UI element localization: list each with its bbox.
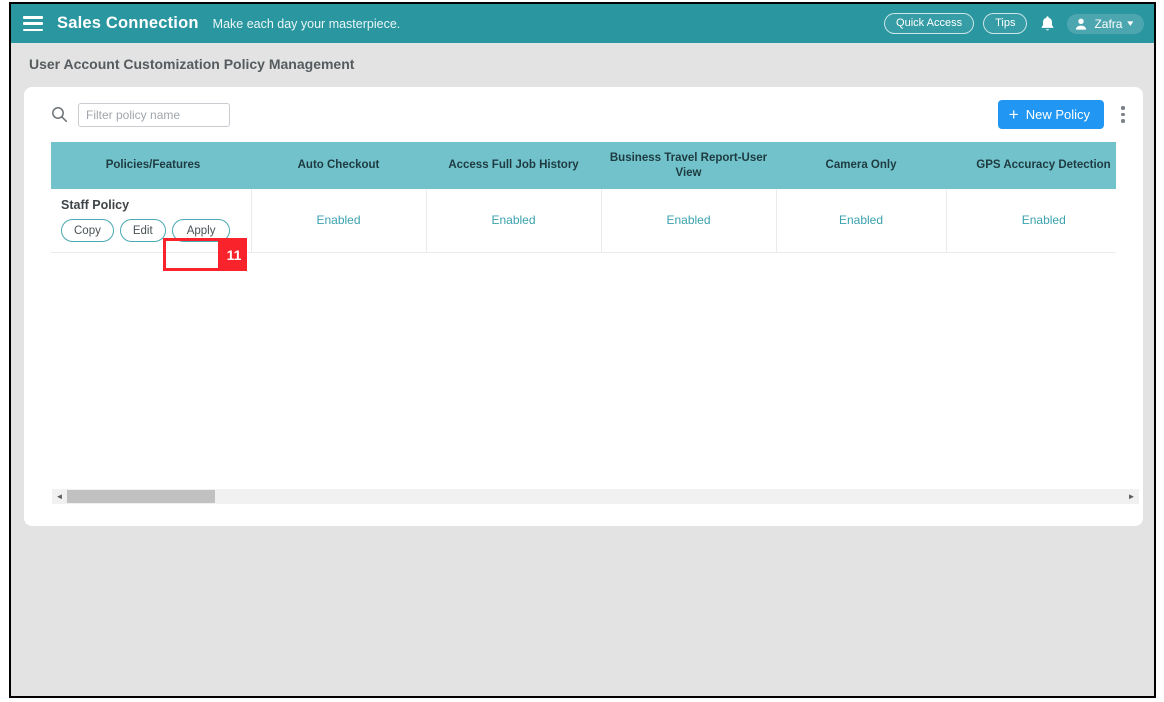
edit-button[interactable]: Edit — [119, 219, 166, 243]
policy-card: + New Policy — [24, 87, 1143, 526]
toolbar-actions: + New Policy — [997, 100, 1134, 129]
cell-auto-checkout[interactable]: Enabled — [251, 189, 427, 253]
app-header-actions: Quick Access Tips Zafra ▾ — [884, 13, 1144, 35]
cell-business-travel-report-user-view[interactable]: Enabled — [601, 189, 777, 253]
filter-group — [51, 102, 230, 127]
user-name-label: Zafra — [1094, 16, 1123, 31]
search-icon[interactable] — [51, 106, 68, 123]
column-header-camera-only[interactable]: Camera Only — [776, 142, 946, 189]
chevron-down-icon: ▾ — [1127, 18, 1134, 28]
app-tagline: Make each day your masterpiece. — [212, 16, 401, 31]
screenshot-root: Sales Connection Make each day your mast… — [0, 0, 1164, 702]
cell-camera-only[interactable]: Enabled — [776, 189, 947, 253]
table-header-row: Policies/Features Auto Checkout Access F… — [51, 142, 1116, 189]
horizontal-scrollbar[interactable]: ◄ ► — [52, 489, 1139, 504]
scroll-right-arrow-icon[interactable]: ► — [1124, 489, 1139, 504]
scrollbar-thumb[interactable] — [67, 490, 215, 503]
apply-button[interactable]: Apply — [171, 219, 231, 243]
row-action-buttons: Copy Edit Apply — [61, 219, 245, 243]
notification-bell-icon[interactable] — [1036, 13, 1058, 35]
policy-name-cell: Staff Policy Copy Edit Apply — [51, 189, 252, 253]
more-options-icon[interactable] — [1112, 101, 1134, 129]
new-policy-label: New Policy — [1025, 107, 1090, 122]
app-brand-title: Sales Connection — [57, 14, 199, 32]
cell-gps-accuracy-detection[interactable]: Enabled — [946, 189, 1116, 253]
plus-icon: + — [1008, 104, 1019, 124]
quick-access-button[interactable]: Quick Access — [884, 13, 975, 34]
copy-button[interactable]: Copy — [61, 219, 114, 243]
tips-button[interactable]: Tips — [983, 13, 1028, 34]
app-header: Sales Connection Make each day your mast… — [11, 4, 1154, 43]
scrollbar-track[interactable] — [67, 489, 1124, 504]
scroll-left-arrow-icon[interactable]: ◄ — [52, 489, 67, 504]
hamburger-menu-icon[interactable] — [23, 16, 43, 31]
person-icon — [1076, 18, 1087, 30]
column-header-gps-accuracy-detection[interactable]: GPS Accuracy Detection — [946, 142, 1116, 189]
cell-access-full-job-history[interactable]: Enabled — [426, 189, 602, 253]
column-header-business-travel-report-user-view[interactable]: Business Travel Report-User View — [601, 142, 776, 189]
card-toolbar: + New Policy — [24, 87, 1143, 142]
user-account-menu[interactable]: Zafra ▾ — [1067, 13, 1144, 34]
new-policy-button[interactable]: + New Policy — [997, 100, 1104, 129]
policy-name-label: Staff Policy — [61, 198, 130, 213]
filter-policy-name-input[interactable] — [78, 102, 230, 127]
table-row: Staff Policy Copy Edit Apply Enabled Ena… — [51, 189, 1116, 253]
policy-table: Policies/Features Auto Checkout Access F… — [51, 142, 1116, 253]
table-scroll-viewport: Policies/Features Auto Checkout Access F… — [51, 142, 1116, 482]
browser-frame: Sales Connection Make each day your mast… — [9, 2, 1156, 698]
page-title: User Account Customization Policy Manage… — [29, 55, 355, 72]
column-header-access-full-job-history[interactable]: Access Full Job History — [426, 142, 601, 189]
column-header-auto-checkout[interactable]: Auto Checkout — [251, 142, 426, 189]
page-heading-bar: User Account Customization Policy Manage… — [11, 43, 1154, 84]
column-header-policies-features[interactable]: Policies/Features — [51, 142, 251, 189]
